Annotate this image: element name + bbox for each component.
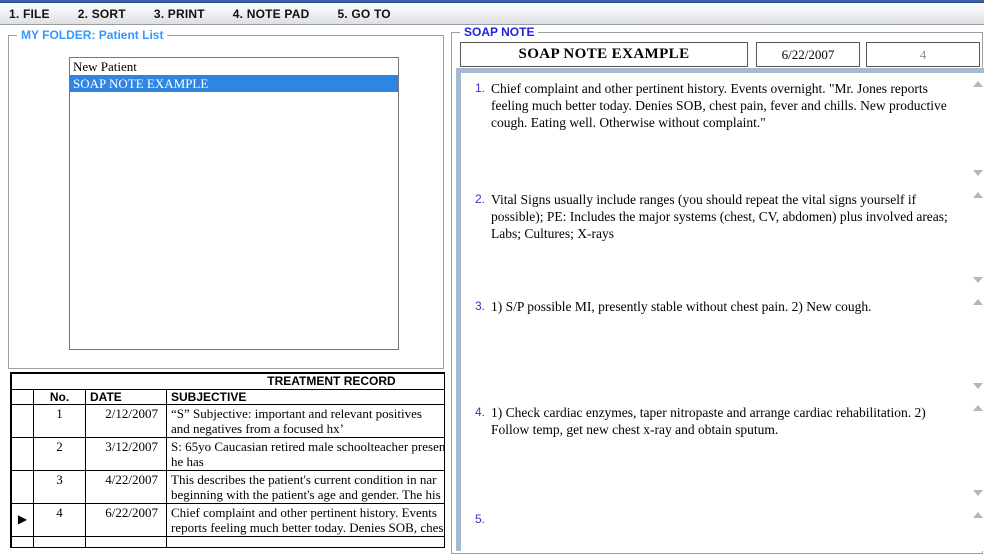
objective-textarea[interactable]: Vital Signs usually include ranges (you … (491, 191, 955, 242)
current-row-arrow-icon: ▶ (17, 512, 28, 526)
subjective-line: “S” Subjective: important and relevant p… (171, 406, 422, 421)
row-date: 4/22/2007 (85, 470, 167, 504)
row-selector[interactable] (11, 404, 34, 438)
subjective-section: 1. Chief complaint and other pertinent h… (461, 73, 984, 184)
table-row-selected[interactable]: ▶ 4 6/22/2007 Chief complaint and other … (11, 503, 444, 537)
row-subjective: Chief complaint and other pertinent hist… (166, 503, 444, 537)
row-subjective: This describes the patient's current con… (166, 470, 444, 504)
objective-section: 2. Vital Signs usually include ranges (y… (461, 184, 984, 291)
table-row[interactable]: 3 4/22/2007 This describes the patient's… (11, 470, 444, 504)
row-no (33, 536, 86, 547)
row-selector[interactable] (11, 437, 34, 471)
soap-note-record-number-field[interactable]: 4 (866, 42, 980, 67)
plan-scrollbar[interactable] (970, 402, 984, 499)
subjective-textarea[interactable]: Chief complaint and other pertinent hist… (491, 80, 955, 131)
soap-note-date-field[interactable]: 6/22/2007 (756, 42, 860, 67)
subjective-line: S: 65yo Caucasian retired male schooltea… (171, 439, 445, 454)
row-selector[interactable] (11, 470, 34, 504)
scroll-down-icon[interactable] (973, 383, 983, 389)
scroll-up-icon[interactable] (973, 405, 983, 411)
section-number: 2. (474, 192, 485, 206)
patient-folder-legend: MY FOLDER: Patient List (17, 28, 168, 42)
menu-item-print[interactable]: 3. PRINT (154, 5, 211, 23)
column-date-header: DATE (85, 389, 167, 405)
menu-bar: 1. FILE 2. SORT 3. PRINT 4. NOTE PAD 5. … (0, 3, 984, 25)
extra-section: 5. (461, 504, 984, 551)
scroll-up-icon[interactable] (973, 512, 983, 518)
row-date (85, 536, 167, 547)
assessment-textarea[interactable]: 1) S/P possible MI, presently stable wit… (491, 298, 955, 315)
plan-section: 4. 1) Check cardiac enzymes, taper nitro… (461, 397, 984, 504)
subjective-line: reports feeling much better today. Denie… (171, 520, 444, 535)
subjective-line: he has (171, 454, 204, 469)
row-date: 2/12/2007 (85, 404, 167, 438)
list-item-soap-note-example[interactable]: SOAP NOTE EXAMPLE (70, 75, 398, 92)
subjective-line: This describes the patient's current con… (171, 472, 437, 487)
scroll-down-icon[interactable] (973, 490, 983, 496)
menu-item-sort[interactable]: 2. SORT (78, 5, 132, 23)
subjective-line: beginning with the patient's age and gen… (171, 487, 441, 502)
column-subjective-header: SUBJECTIVE (166, 389, 444, 405)
assessment-scrollbar[interactable] (970, 296, 984, 392)
menu-item-goto[interactable]: 5. GO TO (337, 5, 396, 23)
row-no: 2 (33, 437, 86, 471)
scroll-up-icon[interactable] (973, 192, 983, 198)
section-number: 3. (474, 299, 485, 313)
column-no-header: No. (33, 389, 86, 405)
list-item-new-patient[interactable]: New Patient (70, 58, 398, 75)
subjective-scrollbar[interactable] (970, 78, 984, 179)
section-number: 4. (474, 405, 485, 419)
section-number: 1. (474, 81, 485, 95)
table-row-empty (11, 536, 444, 547)
row-selector-current[interactable]: ▶ (11, 503, 34, 537)
menu-item-notepad[interactable]: 4. NOTE PAD (233, 5, 316, 23)
subjective-line: and negatives from a focused hx’ (171, 421, 344, 436)
row-no: 3 (33, 470, 86, 504)
scroll-down-icon[interactable] (973, 277, 983, 283)
scroll-up-icon[interactable] (973, 81, 983, 87)
column-selector-header (11, 389, 34, 405)
subjective-line: Chief complaint and other pertinent hist… (171, 505, 437, 520)
extra-scrollbar[interactable] (970, 509, 984, 546)
soap-note-legend: SOAP NOTE (460, 25, 539, 39)
treatment-record-title: TREATMENT RECORD (11, 373, 444, 390)
row-subjective: S: 65yo Caucasian retired male schooltea… (166, 437, 445, 471)
objective-scrollbar[interactable] (970, 189, 984, 286)
row-no: 1 (33, 404, 86, 438)
patient-listbox[interactable]: New Patient SOAP NOTE EXAMPLE (69, 57, 399, 350)
scroll-up-icon[interactable] (973, 299, 983, 305)
soap-note-title-field[interactable]: SOAP NOTE EXAMPLE (460, 42, 748, 67)
scroll-down-icon[interactable] (973, 170, 983, 176)
table-row[interactable]: 2 3/12/2007 S: 65yo Caucasian retired ma… (11, 437, 445, 471)
menu-item-file[interactable]: 1. FILE (9, 5, 56, 23)
row-subjective (166, 536, 444, 547)
assessment-section: 3. 1) S/P possible MI, presently stable … (461, 291, 984, 397)
row-date: 3/12/2007 (85, 437, 167, 471)
row-subjective: “S” Subjective: important and relevant p… (166, 404, 444, 438)
treatment-record-table[interactable]: TREATMENT RECORD No. DATE SUBJECTIVE 1 2… (10, 372, 445, 548)
section-number: 5. (474, 512, 485, 526)
soap-note-body: 1. Chief complaint and other pertinent h… (456, 68, 984, 551)
plan-textarea[interactable]: 1) Check cardiac enzymes, taper nitropas… (491, 404, 955, 438)
table-row[interactable]: 1 2/12/2007 “S” Subjective: important an… (11, 404, 444, 438)
row-date: 6/22/2007 (85, 503, 167, 537)
row-no: 4 (33, 503, 86, 537)
row-selector (11, 536, 34, 547)
